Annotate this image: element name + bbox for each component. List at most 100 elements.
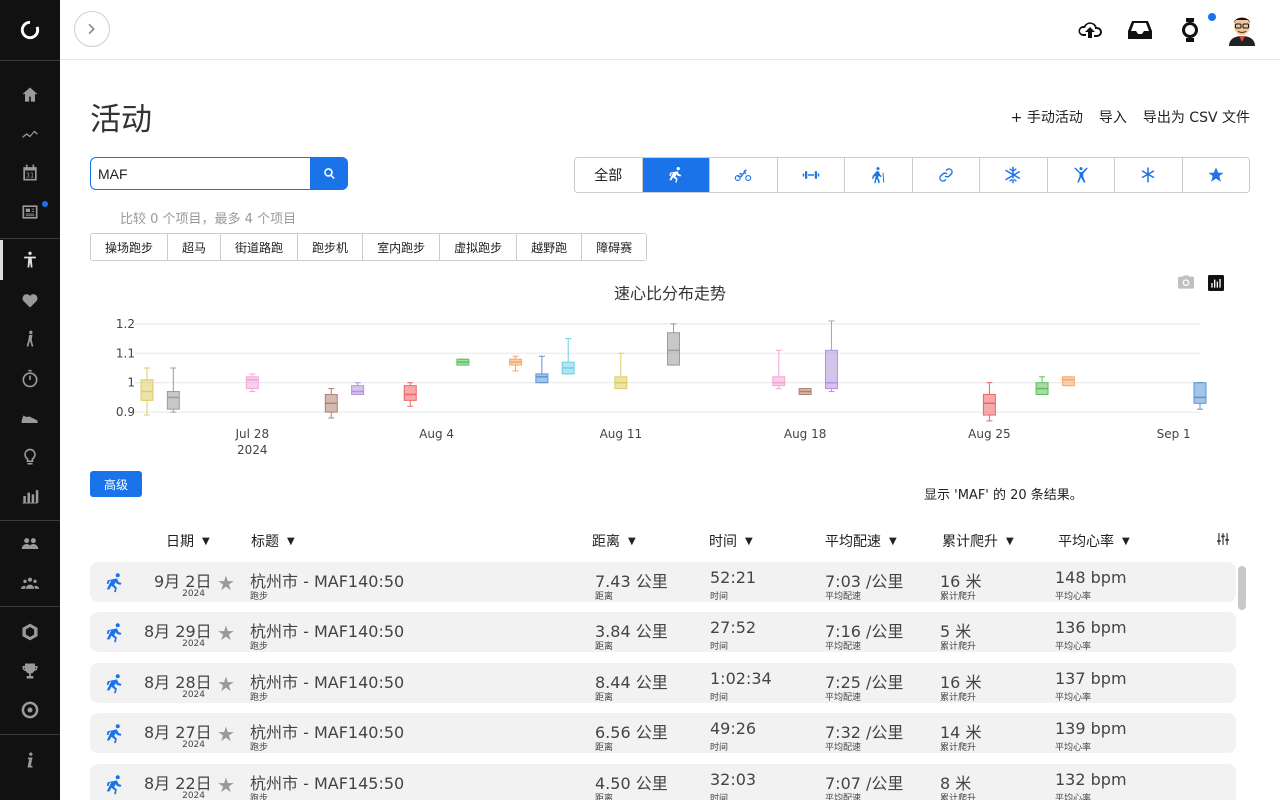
target-icon[interactable] — [0, 690, 60, 730]
watch-icon[interactable] — [1176, 16, 1204, 44]
subtype-indoor[interactable]: 室内跑步 — [363, 234, 441, 260]
column-label: 累计爬升 — [942, 534, 998, 550]
activity-title[interactable]: 杭州市 - MAF140:50 — [250, 568, 404, 592]
filter-running[interactable] — [642, 158, 710, 192]
bulb-icon[interactable] — [0, 437, 60, 477]
column-header-pace[interactable]: 平均配速 ▼ — [825, 531, 897, 551]
time-label: 时间 — [710, 592, 729, 602]
subtype-ultra[interactable]: 超马 — [168, 234, 222, 260]
sidebar-divider — [0, 606, 60, 607]
filter-yoga[interactable] — [1047, 158, 1115, 192]
news-icon[interactable] — [0, 192, 60, 232]
list-scrollbar[interactable] — [1238, 562, 1246, 800]
strength-icon — [802, 171, 819, 179]
favorite-star-icon[interactable]: ★ — [217, 571, 235, 595]
favorite-star-icon[interactable]: ★ — [217, 773, 235, 797]
upload-cloud-icon[interactable] — [1076, 16, 1104, 44]
heart-rate-label: 平均心率 — [1055, 592, 1092, 602]
connections-icon[interactable] — [0, 524, 60, 564]
filter-hiking[interactable] — [845, 158, 913, 192]
favorite-star-icon[interactable]: ★ — [217, 722, 235, 746]
chart-type-icon[interactable] — [1208, 275, 1224, 291]
news-notification-dot — [42, 201, 48, 207]
inbox-icon[interactable] — [1126, 16, 1154, 44]
activity-type: 跑步 — [250, 743, 269, 753]
subtype-obstacle[interactable]: 障碍赛 — [582, 234, 647, 260]
filter-multisport[interactable] — [912, 158, 980, 192]
table-row[interactable]: 8月 22日 2024 ★ 杭州市 - MAF145:50 跑步 4.50 公里… — [90, 764, 1236, 800]
subtype-street[interactable]: 街道路跑 — [221, 234, 299, 260]
activity-time: 1:02:34 — [710, 669, 772, 688]
shoe-icon[interactable] — [0, 398, 60, 438]
box-body — [403, 385, 417, 401]
run-subtype-filter: 操场跑步 超马 街道路跑 跑步机 室内跑步 虚拟跑步 越野跑 障碍赛 — [90, 233, 648, 261]
golf-icon[interactable] — [0, 319, 60, 359]
column-header-date[interactable]: 日期 ▼ — [166, 531, 210, 551]
activity-title[interactable]: 杭州市 - MAF145:50 — [250, 770, 404, 794]
manual-activity-link[interactable]: + 手动活动 — [1011, 107, 1083, 127]
subtype-virtual[interactable]: 虚拟跑步 — [440, 234, 518, 260]
column-header-ascent[interactable]: 累计爬升 ▼ — [942, 531, 1014, 551]
calendar-icon[interactable]: 31 — [0, 153, 60, 193]
column-header-distance[interactable]: 距离 ▼ — [592, 531, 636, 551]
bar-chart-icon[interactable] — [0, 476, 60, 516]
box-body — [982, 393, 996, 416]
camera-icon[interactable] — [1178, 275, 1194, 289]
filter-other[interactable] — [1115, 158, 1183, 192]
filter-winter-sports[interactable] — [980, 158, 1048, 192]
logo-icon[interactable] — [0, 0, 60, 60]
advanced-button[interactable]: 高级 — [90, 471, 142, 497]
activity-time: 52:21 — [710, 568, 757, 587]
subtype-treadmill[interactable]: 跑步机 — [298, 234, 364, 260]
favorite-star-icon[interactable]: ★ — [217, 621, 235, 645]
sidebar-divider — [0, 238, 60, 239]
groups-icon[interactable] — [0, 563, 60, 603]
activity-trend-icon[interactable] — [0, 114, 60, 154]
activity-title[interactable]: 杭州市 - MAF140:50 — [250, 719, 404, 743]
export-csv-link[interactable]: 导出为 CSV 文件 — [1143, 107, 1250, 127]
column-header-title[interactable]: 标题 ▼ — [251, 531, 295, 551]
box-body — [245, 376, 259, 390]
pace-hr-ratio-chart: 0.9 1 1.1 1.2 Jul 28 2024 Aug 4 Aug 11 Aug 18 Aug… — [116, 317, 1207, 457]
column-settings-icon[interactable] — [1216, 531, 1230, 550]
activity-title[interactable]: 杭州市 - MAF140:50 — [250, 669, 404, 693]
activities-icon[interactable] — [0, 240, 60, 280]
favorite-star-icon[interactable]: ★ — [217, 672, 235, 696]
expand-sidebar-button[interactable] — [74, 11, 110, 47]
column-label: 时间 — [709, 534, 737, 550]
heart-rate-label: 平均心率 — [1055, 642, 1092, 652]
x-tick-label: Aug 4 — [419, 427, 454, 441]
stopwatch-icon[interactable] — [0, 359, 60, 399]
table-row[interactable]: 8月 29日 2024 ★ 杭州市 - MAF140:50 跑步 3.84 公里… — [90, 612, 1236, 652]
column-label: 日期 — [166, 534, 194, 550]
x-tick-label: Sep 1 — [1157, 427, 1191, 441]
result-count: 显示 'MAF' 的 20 条结果。 — [924, 488, 1083, 503]
activity-heart-rate: 132 bpm — [1055, 770, 1127, 789]
activity-title[interactable]: 杭州市 - MAF140:50 — [250, 618, 404, 642]
search-button[interactable] — [310, 157, 348, 190]
avatar[interactable] — [1226, 12, 1258, 46]
column-header-heart-rate[interactable]: 平均心率 ▼ — [1058, 531, 1130, 551]
subtype-track[interactable]: 操场跑步 — [91, 234, 169, 260]
health-icon[interactable] — [0, 280, 60, 320]
badge-icon[interactable] — [0, 612, 60, 652]
filter-strength[interactable] — [777, 158, 845, 192]
column-header-time[interactable]: 时间 ▼ — [709, 531, 753, 551]
subtype-trail[interactable]: 越野跑 — [517, 234, 583, 260]
search-input[interactable] — [90, 157, 310, 190]
distance-label: 距离 — [595, 642, 614, 652]
table-row[interactable]: 9月 2日 2024 ★ 杭州市 - MAF140:50 跑步 7.43 公里 … — [90, 562, 1236, 602]
info-icon[interactable] — [0, 740, 60, 780]
import-link[interactable]: 导入 — [1099, 107, 1127, 127]
table-row[interactable]: 8月 28日 2024 ★ 杭州市 - MAF140:50 跑步 8.44 公里… — [90, 663, 1236, 703]
page-title: 活动 — [90, 102, 152, 138]
trophy-icon[interactable] — [0, 651, 60, 691]
sidebar-divider — [0, 734, 60, 735]
activity-year: 2024 — [182, 589, 205, 599]
home-icon[interactable] — [0, 75, 60, 115]
filter-favorites[interactable] — [1182, 158, 1249, 192]
table-row[interactable]: 8月 27日 2024 ★ 杭州市 - MAF140:50 跑步 6.56 公里… — [90, 713, 1236, 753]
filter-all[interactable]: 全部 — [575, 158, 643, 192]
filter-cycling[interactable] — [710, 158, 778, 192]
scroll-thumb[interactable] — [1238, 566, 1246, 610]
